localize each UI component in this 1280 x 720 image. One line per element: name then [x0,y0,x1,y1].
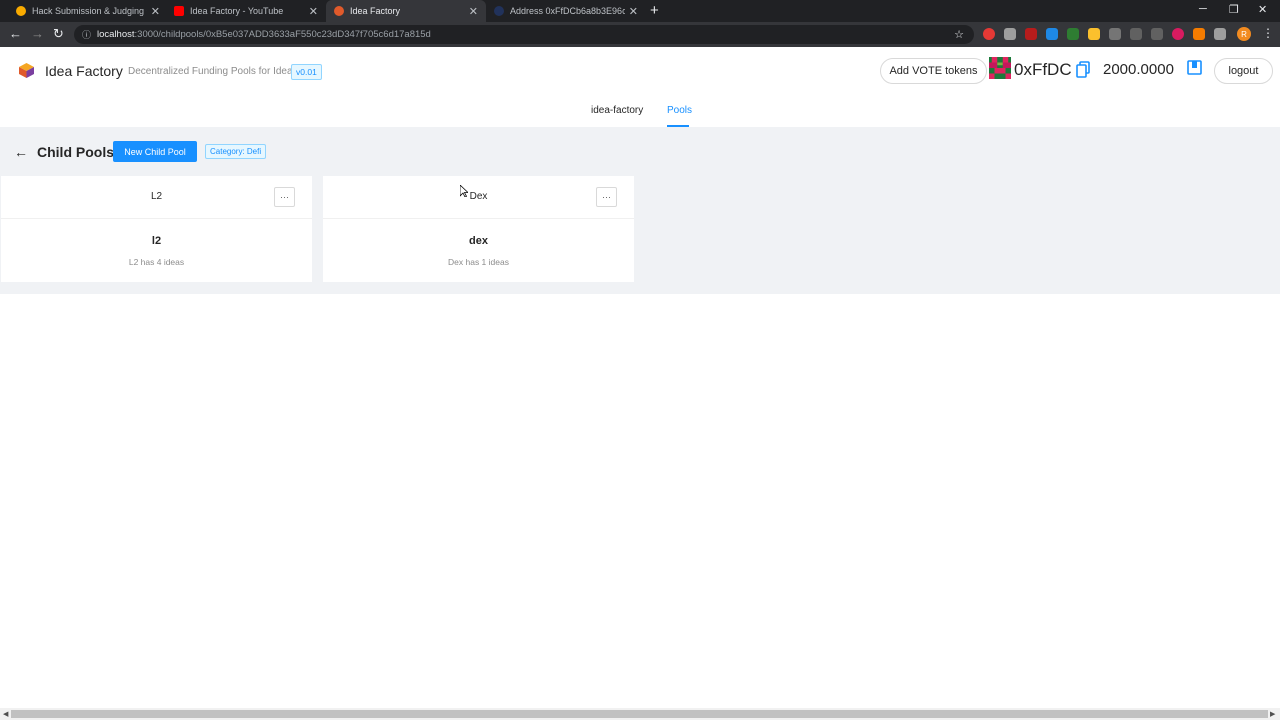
pool-description: Dex has 1 ideas [448,257,509,267]
copy-icon[interactable] [1076,61,1090,78]
reload-icon[interactable]: ↻ [53,26,64,42]
tab-title: Hack Submission & Judging Gui [32,6,147,16]
extension-icon[interactable] [1046,28,1058,40]
extension-icon[interactable] [1151,28,1163,40]
tab-title: Address 0xFfDCb6a8b3E96c97aD [510,6,625,16]
child-pools-section: ← Child Pools New Child Pool Category: D… [0,127,1280,294]
browser-tab[interactable]: Hack Submission & Judging Gui ✕ [8,0,168,22]
card-title: Dex [469,191,488,202]
back-arrow-icon[interactable]: ← [14,144,28,160]
wallet-icon[interactable] [1187,60,1202,75]
pool-description: L2 has 4 ideas [128,257,185,267]
version-badge: v0.01 [291,64,322,80]
pool-card[interactable]: L2 ··· l2 L2 has 4 ideas [1,176,312,282]
more-options-button[interactable]: ··· [596,187,617,207]
app-title[interactable]: Idea Factory [45,63,123,79]
youtube-icon [174,6,184,16]
app-header: Idea Factory Decentralized Funding Pools… [0,47,1280,127]
profile-avatar[interactable]: R [1237,27,1251,41]
card-header: Dex ··· [323,176,634,219]
bookmark-star-icon[interactable]: ☆ [954,28,964,41]
blockie-avatar[interactable] [989,57,1011,79]
tab-title: Idea Factory [350,6,401,16]
add-vote-tokens-button[interactable]: Add VOTE tokens [880,58,987,84]
extension-icon[interactable] [1172,28,1184,40]
bulb-icon [16,6,26,16]
more-options-button[interactable]: ··· [274,187,295,207]
close-icon[interactable]: ✕ [309,5,318,18]
tab-title: Idea Factory - YouTube [190,6,284,16]
browser-tab[interactable]: Idea Factory - YouTube ✕ [166,0,326,22]
browser-toolbar: ← → ↻ ⓘ localhost:3000/childpools/0xB5e0… [0,22,1280,47]
url-host: localhost [97,29,135,40]
pool-name: dex [469,235,488,247]
nav-pools[interactable]: Pools [667,105,692,116]
scrollbar-thumb[interactable] [11,710,1268,718]
ublock-icon[interactable] [1025,28,1037,40]
new-tab-icon[interactable]: + [650,2,659,19]
pool-name: l2 [151,235,162,247]
extension-icon[interactable] [1067,28,1079,40]
extension-icon[interactable] [1004,28,1016,40]
idea-factory-icon [334,6,344,16]
restore-icon[interactable]: ❐ [1229,3,1239,16]
new-child-pool-button[interactable]: New Child Pool [113,141,197,162]
close-icon[interactable]: ✕ [469,5,478,18]
token-balance: 2000.0000 [1103,61,1174,78]
puzzle-icon[interactable] [1214,28,1226,40]
close-icon[interactable]: ✕ [151,5,160,18]
extension-icon[interactable] [1109,28,1121,40]
page-title: Child Pools [37,144,114,160]
scroll-right-icon[interactable]: ▶ [1270,710,1275,718]
minimize-icon[interactable]: ─ [1199,3,1207,15]
app-tagline: Decentralized Funding Pools for Ideas [128,66,298,77]
idea-factory-logo-icon[interactable] [18,62,35,79]
back-arrow-icon[interactable]: ← [9,26,22,41]
metamask-icon[interactable] [1193,28,1205,40]
address-bar[interactable]: ⓘ localhost:3000/childpools/0xB5e037ADD3… [74,25,974,44]
horizontal-scrollbar[interactable]: ◀ ▶ [0,708,1280,720]
etherscan-icon [494,6,504,16]
forward-arrow-icon[interactable]: → [31,26,44,41]
extension-icon[interactable] [983,28,995,40]
close-icon[interactable]: ✕ [629,5,638,18]
nav-idea-factory[interactable]: idea-factory [591,105,643,116]
card-title: L2 [150,191,163,202]
url-path: :3000/childpools/0xB5e037ADD3633aF550c23… [134,29,431,40]
browser-tab-bar: Hack Submission & Judging Gui ✕ Idea Fac… [0,0,1280,22]
browser-tab[interactable]: Address 0xFfDCb6a8b3E96c97aD ✕ [486,0,646,22]
wallet-address[interactable]: 0xFfDC [1014,60,1072,80]
extension-icon[interactable] [1130,28,1142,40]
info-icon[interactable]: ⓘ [82,28,91,41]
scroll-left-icon[interactable]: ◀ [3,710,8,718]
card-header: L2 ··· [1,176,312,219]
window-close-icon[interactable]: ✕ [1258,3,1267,16]
mouse-cursor-icon [460,185,468,197]
browser-tab-active[interactable]: Idea Factory ✕ [326,0,486,22]
more-vert-icon[interactable]: ⋮ [1262,26,1274,40]
category-tag: Category: Defi [205,144,267,159]
pool-card[interactable]: Dex ··· dex Dex has 1 ideas [323,176,634,282]
extension-icon[interactable] [1088,28,1100,40]
logout-button[interactable]: logout [1214,58,1273,84]
